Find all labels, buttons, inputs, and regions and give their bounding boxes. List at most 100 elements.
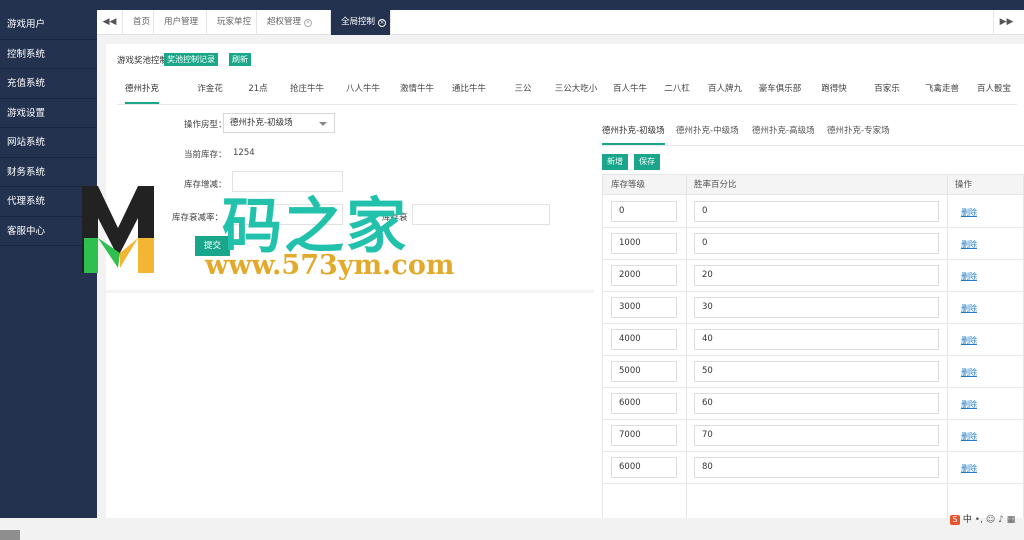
system-tray: S 中 •, ☺ ♪ ▦ xyxy=(950,512,1024,526)
room-tab[interactable]: 德州扑克-高级场 xyxy=(752,124,815,143)
stock-level-input[interactable]: 3000 xyxy=(611,297,677,318)
tab-label: 首页 xyxy=(133,17,151,27)
table-row: 6000 80 删除 xyxy=(603,452,1023,484)
bottom-strip xyxy=(0,518,1024,540)
room-type-select[interactable]: 德州扑克-初级场 xyxy=(223,113,335,133)
game-tab[interactable]: 八人牛牛 xyxy=(346,82,380,102)
game-tab[interactable]: 百人骰宝 xyxy=(977,82,1011,102)
jackpot-record-button[interactable]: 奖池控制记录 xyxy=(164,53,218,66)
game-tab[interactable]: 豪车俱乐部 xyxy=(759,82,802,102)
table-row: 7000 70 删除 xyxy=(603,420,1023,452)
game-tab[interactable]: 百家乐 xyxy=(874,82,900,102)
emoji-icon[interactable]: ☺ xyxy=(986,515,995,525)
sidebar-item[interactable]: 游戏用户 xyxy=(0,10,97,40)
win-rate-input[interactable]: 20 xyxy=(694,265,939,286)
game-tab[interactable]: 三公 xyxy=(514,82,531,102)
win-rate-input[interactable]: 60 xyxy=(694,393,939,414)
add-button[interactable]: 新增 xyxy=(602,154,628,170)
room-tab[interactable]: 德州扑克-初级场 xyxy=(602,124,665,145)
stock-table: 库存等级 胜率百分比 操作 0 0 删除 1000 0 删除 2000 20 删除 3000 30 删… xyxy=(602,174,1024,518)
win-rate-input[interactable]: 40 xyxy=(694,329,939,350)
close-icon[interactable]: × xyxy=(378,19,387,27)
save-button[interactable]: 保存 xyxy=(634,154,660,170)
sidebar-item[interactable]: 充值系统 xyxy=(0,69,97,99)
game-tab[interactable]: 抢庄牛牛 xyxy=(290,82,324,102)
win-rate-input[interactable]: 30 xyxy=(694,297,939,318)
current-stock-value: 1254 xyxy=(233,148,255,158)
stock-level-input[interactable]: 6000 xyxy=(611,457,677,478)
tab-bar: ◀◀ 首页用户管理×玩家单控×超权管理×全局控制× ▶▶ xyxy=(97,10,1024,52)
win-rate-input[interactable]: 70 xyxy=(694,425,939,446)
tab-item[interactable]: 首页 xyxy=(123,10,154,35)
room-tabs: 德州扑克-初级场 德州扑克-中级场 德州扑克-高级场 德州扑克-专家场 xyxy=(602,124,1002,146)
sidebar-item[interactable]: 游戏设置 xyxy=(0,99,97,128)
top-bar xyxy=(0,0,1024,10)
game-tab[interactable]: 百人牌九 xyxy=(708,82,742,102)
game-tab[interactable]: 德州扑克 xyxy=(124,82,160,104)
tab-item[interactable]: 全局控制 × xyxy=(331,10,391,35)
room-type-value: 德州扑克-初级场 xyxy=(230,118,293,128)
ime-mode[interactable]: 中 xyxy=(963,515,972,525)
delete-link[interactable]: 删除 xyxy=(961,367,977,378)
microphone-icon[interactable]: ♪ xyxy=(998,515,1004,525)
tab-scroll-right-icon[interactable]: ▶▶ xyxy=(993,10,1019,35)
column-header-level: 库存等级 xyxy=(603,175,686,195)
table-row: 5000 50 删除 xyxy=(603,356,1023,388)
room-type-label: 操作房型： xyxy=(184,120,227,130)
delete-link[interactable]: 删除 xyxy=(961,335,977,346)
close-icon[interactable]: × xyxy=(304,19,313,27)
sidebar-item[interactable]: 控制系统 xyxy=(0,40,97,69)
win-rate-input[interactable]: 80 xyxy=(694,457,939,478)
horizontal-scrollbar[interactable] xyxy=(0,530,20,540)
delete-link[interactable]: 删除 xyxy=(961,303,977,314)
stock-level-input[interactable]: 2000 xyxy=(611,265,677,286)
tab-scroll-left-icon[interactable]: ◀◀ xyxy=(97,10,123,35)
column-header-action: 操作 xyxy=(947,175,1023,195)
delete-link[interactable]: 删除 xyxy=(961,431,977,442)
tab-label: 超权管理 xyxy=(267,17,302,27)
win-rate-input[interactable]: 0 xyxy=(694,233,939,254)
stock-level-input[interactable]: 7000 xyxy=(611,425,677,446)
game-tab[interactable]: 跑得快 xyxy=(821,82,847,102)
table-row: 6000 60 删除 xyxy=(603,388,1023,420)
stock-level-input[interactable]: 4000 xyxy=(611,329,677,350)
game-tab[interactable]: 通比牛牛 xyxy=(452,82,486,102)
ime-logo-icon[interactable]: S xyxy=(950,515,960,525)
page-title: 游戏奖池控制 xyxy=(117,56,169,66)
delete-link[interactable]: 删除 xyxy=(961,239,977,250)
tab-item[interactable]: 玩家单控× xyxy=(207,10,257,52)
table-row: 0 0 删除 xyxy=(603,196,1023,228)
stock-level-input[interactable]: 6000 xyxy=(611,393,677,414)
room-tab[interactable]: 德州扑克-中级场 xyxy=(676,124,739,143)
refresh-button[interactable]: 刷新 xyxy=(229,53,251,66)
win-rate-input[interactable]: 50 xyxy=(694,361,939,382)
tab-item[interactable]: 超权管理 × xyxy=(257,10,331,35)
stock-level-input[interactable]: 0 xyxy=(611,201,677,222)
win-rate-input[interactable]: 0 xyxy=(694,201,939,222)
tab-item[interactable]: 用户管理× xyxy=(154,10,207,52)
table-row: 3000 30 删除 xyxy=(603,292,1023,324)
game-tab[interactable]: 三公大吃小 xyxy=(555,82,598,102)
game-tabs-divider xyxy=(117,104,1017,105)
room-tab[interactable]: 德州扑克-专家场 xyxy=(827,124,890,143)
content-panel: 游戏奖池控制 奖池控制记录 刷新 德州扑克 诈金花 21点 抢庄牛牛 八人牛牛 激情牛牛通… xyxy=(106,44,1024,518)
watermark-url: www.573ym.com xyxy=(205,250,455,281)
stock-level-input[interactable]: 1000 xyxy=(611,233,677,254)
delete-link[interactable]: 删除 xyxy=(961,271,977,282)
game-tab[interactable]: 飞禽走兽 xyxy=(925,82,959,102)
delete-link[interactable]: 删除 xyxy=(961,207,977,218)
keyboard-icon[interactable]: ▦ xyxy=(1007,515,1016,525)
game-tab[interactable]: 诈金花 xyxy=(197,82,223,102)
form-divider xyxy=(106,290,594,293)
delete-link[interactable]: 删除 xyxy=(961,463,977,474)
watermark-logo-icon xyxy=(82,186,154,273)
game-tab[interactable]: 二八杠 xyxy=(664,82,690,102)
stock-level-input[interactable]: 5000 xyxy=(611,361,677,382)
sidebar-item[interactable]: 网站系统 xyxy=(0,128,97,158)
game-tab[interactable]: 21点 xyxy=(248,82,267,102)
game-tab[interactable]: 激情牛牛 xyxy=(400,82,434,102)
game-tab[interactable]: 百人牛牛 xyxy=(613,82,647,102)
punctuation-icon[interactable]: •, xyxy=(975,515,983,525)
table-row: 4000 40 删除 xyxy=(603,324,1023,356)
delete-link[interactable]: 删除 xyxy=(961,399,977,410)
